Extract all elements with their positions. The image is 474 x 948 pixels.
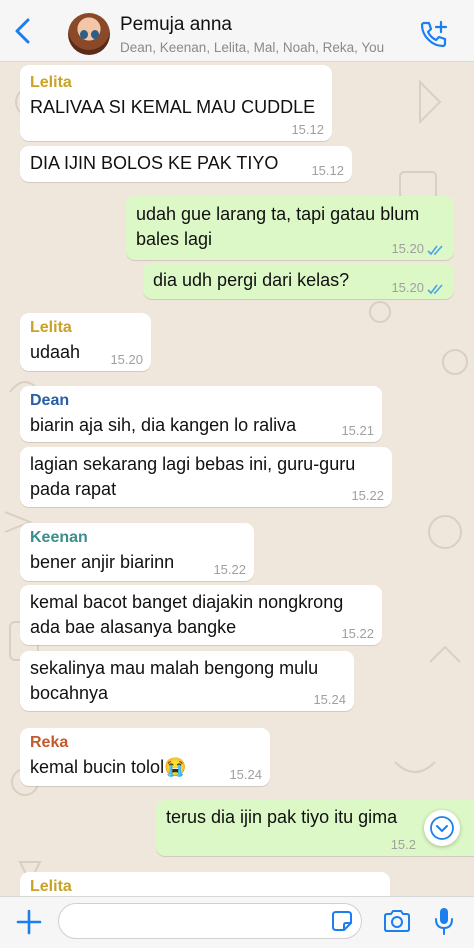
sender-name: Lelita	[30, 74, 72, 91]
message-bubble[interactable]: Reka kemal bucin tolol😭 15.24	[20, 728, 270, 786]
message-time: 15.12	[311, 163, 344, 178]
message-text: pada rapat	[30, 479, 117, 499]
message-bubble[interactable]: dia udh pergi dari kelas? 15.20	[143, 263, 454, 299]
message-time: 15.24	[313, 692, 346, 707]
message-time: 15.20	[110, 352, 143, 367]
message-time: 15.20	[391, 241, 424, 256]
message-text: ada bae alasanya bangke	[30, 617, 237, 637]
message-time: 15.21	[341, 423, 374, 438]
sender-name: Lelita	[30, 878, 72, 895]
sender-name: Reka	[30, 734, 69, 751]
sender-name: Lelita	[30, 319, 72, 336]
chevron-left-icon[interactable]	[8, 16, 38, 46]
message-text: DIA IJIN BOLOS KE PAK TIYO	[30, 153, 279, 173]
message-bubble[interactable]: DIA IJIN BOLOS KE PAK TIYO 15.12	[20, 146, 352, 182]
message-bubble[interactable]: sekalinya mau malah bengong mulu bocahny…	[20, 651, 354, 711]
message-time: 15.22	[341, 626, 374, 641]
sender-name: Dean	[30, 392, 70, 409]
message-bubble[interactable]: Keenan bener anjir biarinn 15.22	[20, 523, 254, 581]
phone-plus-icon[interactable]	[418, 18, 450, 50]
message-time: 15.22	[351, 488, 384, 503]
message-bubble[interactable]: lagian sekarang lagi bebas ini, guru-gur…	[20, 447, 392, 507]
message-bubble[interactable]: udah gue larang ta, tapi gatau blum bale…	[126, 196, 454, 260]
camera-icon[interactable]	[382, 907, 412, 935]
plus-icon[interactable]	[14, 907, 44, 937]
message-bubble[interactable]: Dean biarin aja sih, dia kangen lo raliv…	[20, 386, 382, 442]
chevron-down-icon	[430, 816, 454, 840]
participants-list: Dean, Keenan, Lelita, Mal, Noah, Reka, Y…	[120, 40, 385, 55]
sender-name: Keenan	[30, 529, 88, 546]
message-time: 15.24	[229, 767, 262, 782]
message-time: 15.12	[291, 122, 324, 137]
message-text: RALIVAA SI KEMAL MAU CUDDLE	[30, 97, 316, 117]
group-avatar[interactable]	[68, 13, 110, 55]
message-text: udah gue larang ta, tapi gatau blum	[136, 204, 420, 224]
message-bubble[interactable]: kemal bacot banget diajakin nongkrong ad…	[20, 585, 382, 645]
composer-bar	[0, 896, 474, 948]
message-list[interactable]: Lelita RALIVAA SI KEMAL MAU CUDDLE 15.12…	[0, 62, 474, 896]
message-time: 15.2	[390, 837, 416, 852]
message-text: lagian sekarang lagi bebas ini, guru-gur…	[30, 454, 356, 474]
double-check-icon	[427, 284, 443, 295]
message-text: bocahnya	[30, 683, 109, 703]
message-bubble[interactable]: Lelita	[20, 872, 390, 896]
message-text: biarin aja sih, dia kangen lo raliva	[30, 415, 297, 435]
message-text: bener anjir biarinn	[30, 552, 175, 572]
message-text: terus dia ijin pak tiyo itu gima	[166, 807, 398, 827]
message-text: sekalinya mau malah bengong mulu	[30, 658, 319, 678]
double-check-icon	[427, 245, 443, 256]
message-time: 15.22	[213, 562, 246, 577]
sticker-icon[interactable]	[330, 909, 354, 933]
chat-header: Pemuja anna Dean, Keenan, Lelita, Mal, N…	[0, 0, 474, 62]
message-input[interactable]	[58, 903, 362, 939]
chat-title[interactable]: Pemuja anna	[120, 14, 232, 36]
message-text: kemal bucin tolol😭	[30, 757, 187, 777]
message-bubble[interactable]: Lelita RALIVAA SI KEMAL MAU CUDDLE 15.12	[20, 65, 332, 141]
scroll-to-bottom-button[interactable]	[424, 810, 460, 846]
microphone-icon[interactable]	[432, 905, 456, 937]
message-time: 15.20	[391, 280, 424, 295]
message-bubble[interactable]: Lelita udaah 15.20	[20, 313, 151, 371]
message-text: kemal bacot banget diajakin nongkrong	[30, 592, 344, 612]
